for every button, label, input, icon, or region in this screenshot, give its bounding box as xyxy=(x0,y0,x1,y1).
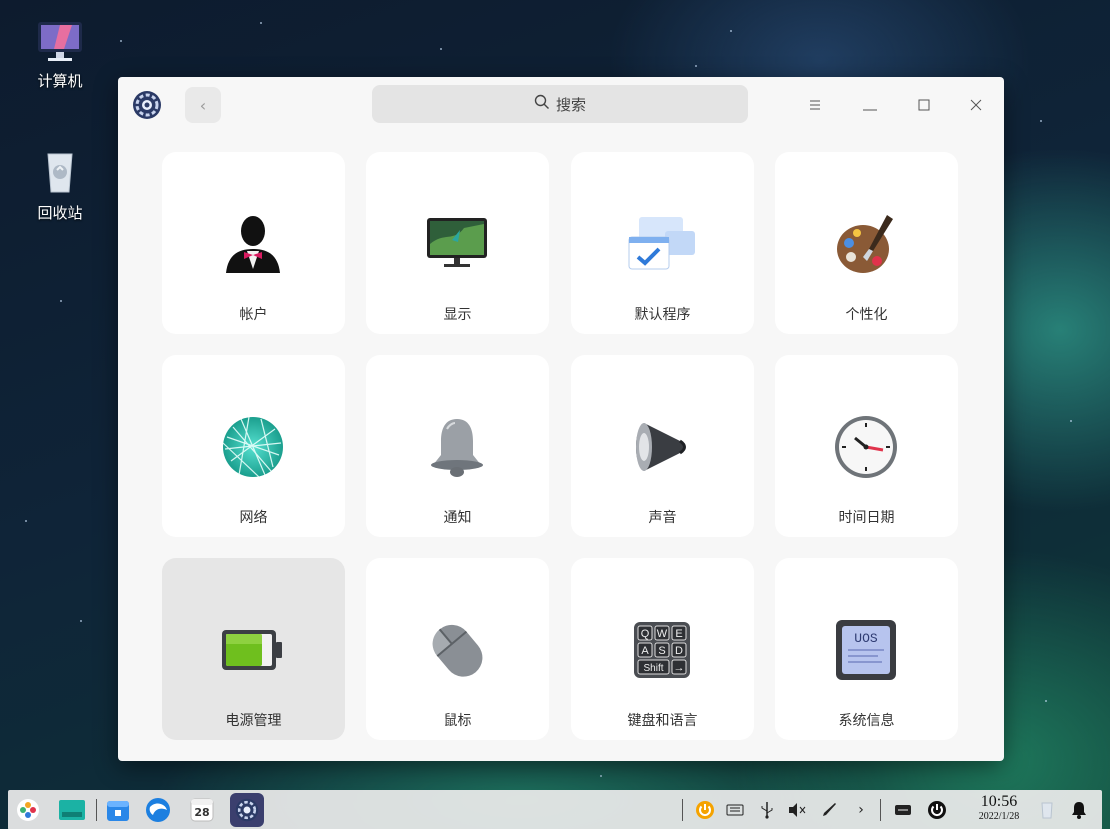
multitask-view-icon[interactable] xyxy=(58,796,86,824)
network-icon xyxy=(213,407,293,487)
taskbar: 28 › 10:56 2022/1/28 xyxy=(8,790,1102,829)
key-label: → xyxy=(674,662,685,674)
maximize-button[interactable] xyxy=(909,91,939,119)
display-icon xyxy=(417,204,497,284)
key-label: D xyxy=(675,645,683,657)
notification-bell-icon[interactable] xyxy=(1068,799,1090,821)
close-button[interactable] xyxy=(961,91,991,119)
clock-time: 10:56 xyxy=(980,793,1018,810)
stylus-icon[interactable] xyxy=(818,799,840,821)
desktop-icon-label: 回收站 xyxy=(37,204,83,222)
chevron-left-icon: ‹ xyxy=(199,95,207,115)
module-label: 键盘和语言 xyxy=(627,713,698,729)
key-label: Shift xyxy=(643,663,663,674)
search-box[interactable]: 搜索 xyxy=(372,85,748,123)
module-card-display[interactable]: 显示 xyxy=(366,152,549,334)
desktop-icon-label: 计算机 xyxy=(37,72,83,90)
module-card-network[interactable]: 网络 xyxy=(162,355,345,537)
module-label: 声音 xyxy=(648,510,677,526)
module-card-sound[interactable]: 声音 xyxy=(571,355,754,537)
module-card-notification[interactable]: 通知 xyxy=(366,355,549,537)
module-card-power-management[interactable]: 电源管理 xyxy=(162,558,345,740)
key-label: W xyxy=(657,628,668,640)
notification-icon xyxy=(417,407,497,487)
key-label: Q xyxy=(641,628,650,640)
trash-icon xyxy=(36,148,84,196)
account-icon xyxy=(213,204,293,284)
close-icon xyxy=(970,96,982,115)
launcher-icon[interactable] xyxy=(14,796,42,824)
system-info-icon: UOS xyxy=(826,610,906,690)
back-button[interactable]: ‹ xyxy=(185,87,221,123)
calendar-day: 28 xyxy=(194,806,210,819)
module-card-system-info[interactable]: UOS 系统信息 xyxy=(775,558,958,740)
key-label: S xyxy=(658,645,665,657)
desktop-trash[interactable]: 回收站 xyxy=(25,148,95,223)
minimize-icon xyxy=(863,96,877,115)
taskbar-separator xyxy=(880,799,881,821)
onscreen-keyboard-icon[interactable] xyxy=(892,799,914,821)
computer-icon xyxy=(36,20,84,64)
module-card-account[interactable]: 帐户 xyxy=(162,152,345,334)
module-label: 显示 xyxy=(443,307,472,323)
keyboard-icon[interactable] xyxy=(724,799,746,821)
menu-button[interactable] xyxy=(800,91,830,119)
sound-icon xyxy=(622,407,702,487)
file-manager-icon[interactable] xyxy=(104,796,132,824)
maximize-icon xyxy=(918,96,930,115)
desktop-computer[interactable]: 计算机 xyxy=(25,20,95,91)
module-card-default-apps[interactable]: 默认程序 xyxy=(571,152,754,334)
datetime-icon xyxy=(826,407,906,487)
trash-tray-icon[interactable] xyxy=(1036,799,1058,821)
key-label: E xyxy=(675,628,682,640)
module-label: 鼠标 xyxy=(443,713,472,729)
module-card-personalization[interactable]: 个性化 xyxy=(775,152,958,334)
key-label: A xyxy=(641,645,649,657)
module-label: 默认程序 xyxy=(634,307,691,323)
search-placeholder: 搜索 xyxy=(555,95,586,114)
volume-muted-icon[interactable] xyxy=(786,799,808,821)
search-icon xyxy=(534,94,550,114)
module-label: 网络 xyxy=(239,510,268,526)
menu-icon xyxy=(808,96,822,115)
module-label: 通知 xyxy=(443,510,472,526)
keyboard-language-icon: Q W E A S D Shift → xyxy=(622,610,702,690)
user-power-icon[interactable] xyxy=(694,799,716,821)
module-card-mouse[interactable]: 鼠标 xyxy=(366,558,549,740)
usb-icon[interactable] xyxy=(756,799,778,821)
control-center-taskbar-icon[interactable] xyxy=(230,793,264,827)
power-management-icon xyxy=(213,610,293,690)
taskbar-separator xyxy=(682,799,683,821)
modules-grid: 帐户 显示 默认程序 个性化 网络 通知 声音 时间日期 电源管理 鼠标 Q W… xyxy=(162,152,962,740)
module-label: 时间日期 xyxy=(838,510,895,526)
personalization-icon xyxy=(826,204,906,284)
browser-icon[interactable] xyxy=(144,796,172,824)
taskbar-separator xyxy=(96,799,97,821)
control-center-window: ‹ 搜索 帐户 显示 默认程序 个性化 网络 通知 声音 时间日期 电源管理 鼠… xyxy=(118,77,1004,761)
mouse-icon xyxy=(417,610,497,690)
clock-date: 2022/1/28 xyxy=(978,811,1020,822)
module-card-keyboard-language[interactable]: Q W E A S D Shift → 键盘和语言 xyxy=(571,558,754,740)
module-label: 系统信息 xyxy=(838,713,895,729)
module-card-datetime[interactable]: 时间日期 xyxy=(775,355,958,537)
shutdown-icon[interactable] xyxy=(926,799,948,821)
control-center-logo-icon xyxy=(132,90,162,120)
system-info-badge: UOS xyxy=(854,631,878,646)
module-label: 电源管理 xyxy=(225,713,282,729)
titlebar: ‹ 搜索 xyxy=(118,77,1004,133)
chevron-right-icon[interactable]: › xyxy=(850,799,872,821)
clock[interactable]: 10:56 2022/1/28 xyxy=(970,793,1028,823)
module-label: 帐户 xyxy=(239,307,268,323)
minimize-button[interactable] xyxy=(855,91,885,119)
calendar-icon[interactable]: 28 xyxy=(188,796,216,824)
module-label: 个性化 xyxy=(845,307,888,323)
default-apps-icon xyxy=(622,204,702,284)
